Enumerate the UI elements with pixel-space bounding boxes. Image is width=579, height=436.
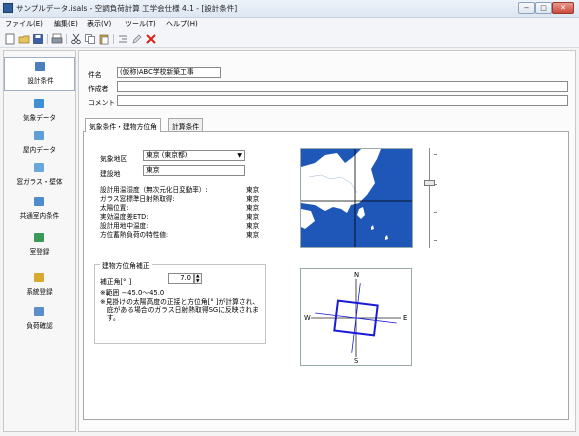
menu-file[interactable]: ファイル(E) — [5, 19, 43, 29]
nav-item-indoor-data[interactable]: 屋内データ — [4, 127, 75, 161]
region-map[interactable] — [300, 148, 413, 248]
common-room-icon — [34, 197, 44, 206]
nav-label: 窓ガラス・壁体 — [16, 178, 63, 186]
region-select[interactable]: 東京 (東京都) ▼ — [143, 150, 245, 161]
window-wall-icon — [34, 163, 44, 172]
minimize-button[interactable]: − — [518, 2, 535, 14]
nav-label: 設計条件 — [27, 77, 54, 85]
window-title: サンプルデータ.isals - 空調負荷計算 工学会仕様 4.1 - [設計条件… — [16, 4, 238, 13]
author-input[interactable] — [117, 81, 568, 92]
indent-icon[interactable] — [117, 33, 129, 45]
sidebar: 設計条件 気象データ 屋内データ 窓ガラス・壁体 共通室内条件 室登録 系統登録… — [3, 50, 76, 432]
cut-icon[interactable] — [70, 33, 82, 45]
note-line: す。 — [100, 314, 120, 322]
new-icon[interactable] — [4, 33, 16, 45]
menu-edit[interactable]: 編集(E) — [54, 19, 78, 29]
nav-label: 室登録 — [29, 248, 50, 256]
zoom-slider[interactable] — [420, 148, 440, 248]
tab-weather-orientation[interactable]: 気象条件・建物方位角 — [85, 118, 161, 132]
menu-bar: ファイル(E) 編集(E) 表示(V) ツール(T) ヘルプ(H) — [0, 18, 579, 31]
toolbar-separator — [113, 34, 114, 44]
comment-label: コメント — [88, 99, 116, 107]
project-name-input[interactable]: (仮称)ABC学校新築工事 — [117, 67, 221, 78]
open-icon[interactable] — [18, 33, 30, 45]
project-name-label: 件名 — [88, 71, 102, 79]
orientation-group-label: 建物方位角補正 — [100, 260, 152, 270]
menu-tools[interactable]: ツール(T) — [125, 19, 156, 29]
nav-label: 負荷確認 — [26, 322, 53, 330]
comment-input[interactable] — [117, 95, 568, 106]
note-line: 庇がある場合のガラス日射熱取得SGに反映されま — [100, 306, 259, 314]
paste-icon[interactable] — [98, 33, 110, 45]
nav-item-load-check[interactable]: 負荷確認 — [4, 303, 75, 337]
data-row-label: 方位蓄熱負荷の特性値: — [100, 231, 169, 239]
angle-stepper[interactable]: ▲ ▼ — [194, 273, 202, 284]
delete-icon[interactable] — [145, 33, 157, 45]
slider-tick — [434, 212, 437, 213]
title-bar: サンプルデータ.isals - 空調負荷計算 工学会仕様 4.1 - [設計条件… — [0, 0, 579, 18]
indoor-data-icon — [34, 131, 44, 140]
nav-label: 屋内データ — [23, 146, 56, 154]
toolbar — [0, 31, 579, 48]
weather-data-icon — [34, 99, 44, 108]
angle-label: 補正角[° ] — [100, 278, 132, 286]
nav-item-design-conditions[interactable]: 設計条件 — [4, 57, 75, 91]
map-land — [301, 209, 315, 229]
tab-calc-conditions[interactable]: 計算条件 — [168, 118, 204, 131]
edit-icon[interactable] — [131, 33, 143, 45]
spin-down-icon[interactable]: ▼ — [196, 279, 199, 284]
nav-label: 系統登録 — [26, 288, 53, 296]
dropdown-arrow-icon: ▼ — [237, 152, 242, 159]
slider-tick — [434, 240, 437, 241]
design-conditions-icon — [35, 62, 45, 71]
site-input[interactable]: 東京 — [143, 165, 245, 176]
region-value: 東京 (東京都) — [146, 151, 188, 159]
nav-item-system-register[interactable]: 系統登録 — [4, 269, 75, 303]
system-register-icon — [34, 273, 44, 282]
nav-label: 気象データ — [23, 114, 56, 122]
map-island — [357, 207, 365, 219]
nav-item-room-register[interactable]: 室登録 — [4, 229, 75, 263]
slider-tick — [434, 154, 437, 155]
app-icon — [3, 3, 13, 13]
nav-item-common-room[interactable]: 共通室内条件 — [4, 193, 75, 227]
nav-item-window-wall[interactable]: 窓ガラス・壁体 — [4, 159, 75, 193]
copy-icon[interactable] — [84, 33, 96, 45]
region-label: 気象地区 — [100, 155, 128, 163]
author-label: 作成者 — [88, 85, 109, 93]
nav-item-weather-data[interactable]: 気象データ — [4, 95, 75, 129]
toolbar-separator — [66, 34, 67, 44]
map-island — [371, 225, 374, 230]
orientation-diagram: N S W E — [300, 268, 412, 366]
map-island — [385, 235, 388, 240]
slider-thumb[interactable] — [424, 180, 435, 186]
angle-input[interactable]: 7.0 — [168, 273, 194, 284]
close-button[interactable]: ✕ — [552, 2, 574, 14]
load-check-icon — [34, 307, 44, 316]
menu-help[interactable]: ヘルプ(H) — [166, 19, 198, 29]
data-row-value: 東京 — [246, 231, 260, 239]
toolbar-separator — [47, 34, 48, 44]
maximize-button[interactable]: □ — [535, 2, 552, 14]
map-land — [301, 149, 381, 213]
slider-track — [429, 148, 430, 248]
site-label: 建設地 — [100, 170, 121, 178]
save-icon[interactable] — [32, 33, 44, 45]
nav-label: 共通室内条件 — [19, 212, 60, 220]
room-register-icon — [34, 233, 44, 242]
print-icon[interactable] — [51, 33, 63, 45]
menu-view[interactable]: 表示(V) — [87, 19, 111, 29]
